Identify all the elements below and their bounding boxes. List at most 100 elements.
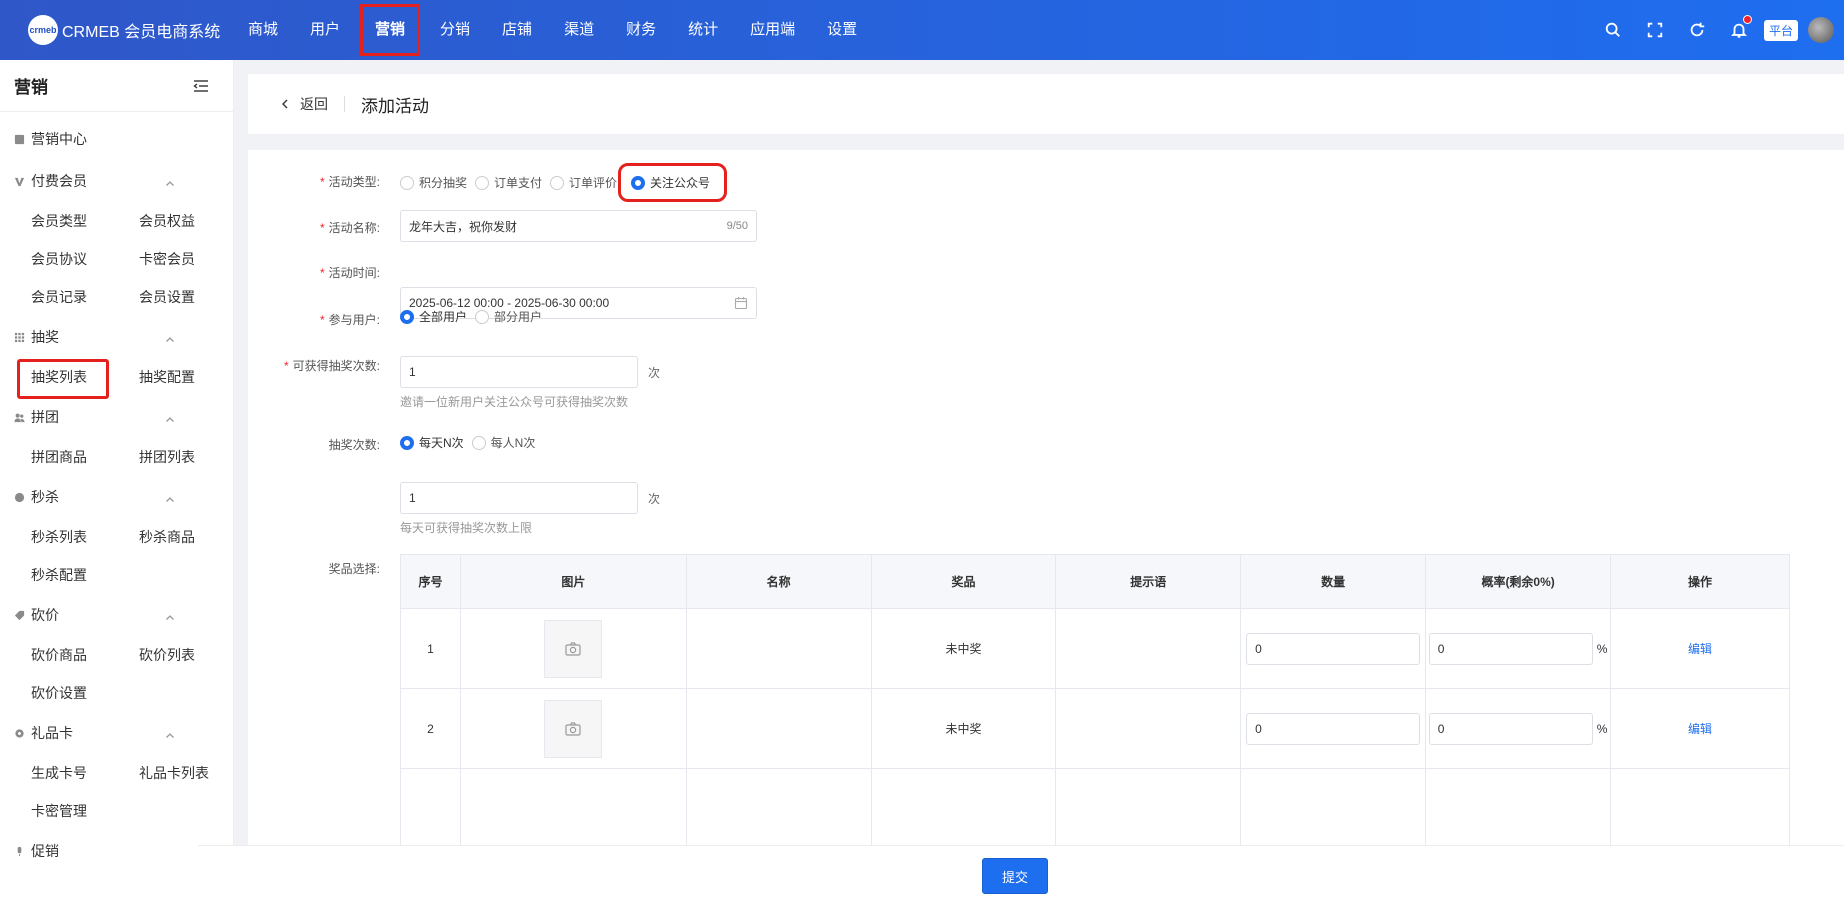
- sidebar-group-bargain[interactable]: 砍价: [0, 594, 233, 636]
- image-upload[interactable]: [544, 619, 603, 678]
- sidebar-item-card-manage[interactable]: 卡密管理: [31, 792, 139, 830]
- sidebar-item-member-settings[interactable]: 会员设置: [139, 278, 233, 316]
- rate-input[interactable]: 0: [1428, 632, 1593, 665]
- radio-points-lottery[interactable]: 积分抽奖: [400, 174, 467, 191]
- page-title: 添加活动: [361, 96, 429, 116]
- qty-input[interactable]: 0: [1246, 712, 1421, 745]
- activity-name-input[interactable]: 龙年大吉，祝你发财 9/50: [400, 210, 757, 242]
- logo[interactable]: crmeb CRMEB 会员电商系统: [0, 15, 232, 45]
- menu-collapse-icon[interactable]: [193, 79, 209, 93]
- sidebar-item-group-list[interactable]: 拼团列表: [139, 438, 233, 476]
- sidebar-item-group-products[interactable]: 拼团商品: [31, 438, 139, 476]
- sidebar-item-member-rights[interactable]: 会员权益: [139, 202, 233, 240]
- cell-name: [686, 608, 872, 689]
- radio-follow-official[interactable]: 关注公众号: [618, 163, 728, 202]
- radio-per-day[interactable]: 每天N次: [400, 434, 464, 451]
- avatar[interactable]: [1808, 17, 1834, 43]
- platform-badge[interactable]: 平台: [1763, 19, 1798, 41]
- nav-channel[interactable]: 渠道: [548, 0, 610, 60]
- col-rate: 概率(剩余0%): [1425, 554, 1612, 609]
- sidebar-group-seckill[interactable]: 秒杀: [0, 476, 233, 518]
- gain-count-input[interactable]: 1: [400, 356, 638, 388]
- sidebar-group-label: 砍价: [31, 607, 59, 623]
- edit-link[interactable]: 编辑: [1688, 642, 1712, 656]
- nav-store[interactable]: 店铺: [486, 0, 548, 60]
- qty-input[interactable]: 0: [1246, 632, 1421, 665]
- participants-label: * 参与用户:: [319, 313, 380, 327]
- sidebar-item-label: 营销中心: [31, 131, 87, 147]
- mic-icon: [14, 846, 25, 857]
- chevron-up-icon: [165, 176, 175, 186]
- prize-label: 奖品选择:: [328, 562, 380, 576]
- draw-times-input[interactable]: 1: [400, 482, 638, 514]
- sidebar-title: 营销: [14, 78, 48, 97]
- sidebar-item-center[interactable]: 营销中心: [0, 118, 233, 160]
- cell-action: 编辑: [1610, 608, 1790, 689]
- activity-name-label: * 活动名称:: [319, 221, 380, 235]
- gain-count-unit: 次: [648, 365, 661, 380]
- nav-user[interactable]: 用户: [294, 0, 356, 60]
- gain-count-hint: 邀请一位新用户关注公众号可获得抽奖次数: [400, 395, 629, 409]
- sidebar-group-lottery[interactable]: 抽奖: [0, 316, 233, 358]
- cell-index: 1: [400, 608, 461, 689]
- sidebar-item-seckill-config[interactable]: 秒杀配置: [31, 556, 139, 594]
- cell-index: 2: [400, 688, 461, 769]
- nav-mall[interactable]: 商城: [232, 0, 294, 60]
- sidebar-item-gift-card-list[interactable]: 礼品卡列表: [139, 754, 233, 792]
- chevron-up-icon: [165, 610, 175, 620]
- nav-finance[interactable]: 财务: [610, 0, 672, 60]
- radio-order-review[interactable]: 订单评价: [550, 174, 617, 191]
- cell-qty: 0: [1240, 608, 1427, 689]
- users-icon: [14, 412, 25, 423]
- sidebar-item-seckill-products[interactable]: 秒杀商品: [139, 518, 233, 556]
- nav-marketing[interactable]: 营销: [356, 0, 424, 60]
- edit-link[interactable]: 编辑: [1688, 722, 1712, 736]
- nav-stats[interactable]: 统计: [672, 0, 734, 60]
- col-prize: 奖品: [871, 554, 1057, 609]
- rate-input[interactable]: 0: [1428, 712, 1593, 745]
- radio-per-user[interactable]: 每人N次: [471, 434, 535, 451]
- refresh-icon[interactable]: [1687, 20, 1707, 40]
- gear-icon: [14, 728, 25, 739]
- sidebar-group-gift-card[interactable]: 礼品卡: [0, 712, 233, 754]
- cell-image: [460, 688, 687, 769]
- sidebar-item-member-records[interactable]: 会员记录: [31, 278, 139, 316]
- sidebar-item-bargain-list[interactable]: 砍价列表: [139, 636, 233, 674]
- sidebar-item-member-type[interactable]: 会员类型: [31, 202, 139, 240]
- sidebar-item-lottery-config[interactable]: 抽奖配置: [139, 358, 233, 396]
- notification-dot: [1742, 15, 1752, 24]
- sidebar-item-seckill-list[interactable]: 秒杀列表: [31, 518, 139, 556]
- sidebar-item-member-agreement[interactable]: 会员协议: [31, 240, 139, 278]
- bell-icon[interactable]: [1729, 15, 1752, 40]
- sidebar-item-generate-card[interactable]: 生成卡号: [31, 754, 139, 792]
- image-upload[interactable]: [544, 699, 603, 758]
- radio-all-users[interactable]: 全部用户: [400, 308, 467, 325]
- cell-qty: 0: [1240, 688, 1427, 769]
- clock-icon: [14, 492, 25, 503]
- chevron-up-icon: [165, 412, 175, 422]
- sidebar-submenu-bargain: 砍价商品 砍价列表 砍价设置: [0, 636, 233, 712]
- nav-settings[interactable]: 设置: [811, 0, 873, 60]
- radio-some-users[interactable]: 部分用户: [475, 308, 542, 325]
- sidebar-group-paid-member[interactable]: 付费会员: [0, 160, 233, 202]
- radio-order-pay[interactable]: 订单支付: [475, 174, 542, 191]
- sidebar-item-bargain-products[interactable]: 砍价商品: [31, 636, 139, 674]
- search-icon[interactable]: [1603, 20, 1623, 40]
- sidebar-group-label: 拼团: [31, 409, 59, 425]
- sidebar-item-card-member[interactable]: 卡密会员: [139, 240, 233, 278]
- tag-icon: [14, 610, 25, 621]
- sidebar: 营销 营销中心 付费会员 会员类型 会员权益 会员协议 卡密会员 会员记录 会员…: [0, 60, 234, 906]
- sidebar-item-bargain-settings[interactable]: 砍价设置: [31, 674, 139, 712]
- fullscreen-icon[interactable]: [1645, 20, 1665, 40]
- sidebar-item-lottery-list[interactable]: 抽奖列表: [17, 358, 139, 399]
- logo-text: CRMEB 会员电商系统: [62, 24, 221, 41]
- submit-button[interactable]: 提交: [982, 858, 1048, 894]
- back-button[interactable]: 返回: [280, 96, 345, 112]
- nav-apps[interactable]: 应用端: [734, 0, 811, 60]
- form-footer: 提交: [198, 845, 1844, 906]
- nav-distribution[interactable]: 分销: [424, 0, 486, 60]
- chevron-up-icon: [165, 332, 175, 342]
- page-header: 返回 添加活动: [248, 74, 1844, 134]
- sidebar-group-group-buy[interactable]: 拼团: [0, 396, 233, 438]
- cell-rate: 0%: [1425, 688, 1612, 769]
